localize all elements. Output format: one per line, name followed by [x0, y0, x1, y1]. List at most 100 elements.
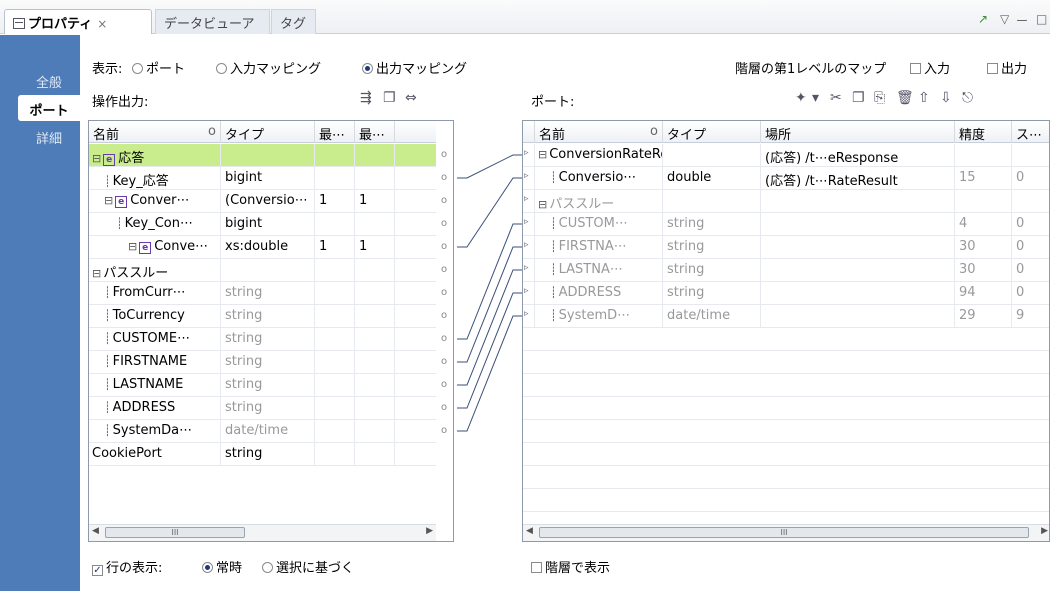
table-row[interactable]: ┊ Key_応答 bigint [89, 167, 436, 190]
output-port-icon[interactable]: o [441, 264, 447, 275]
col-type[interactable]: タイプ [221, 121, 315, 143]
col-max[interactable]: 最⋯ [355, 121, 395, 143]
hier-map-output-checkbox[interactable]: 出力 [987, 58, 1027, 77]
col-port-name[interactable]: 名前 o [535, 121, 663, 143]
output-port-icon[interactable]: o [441, 287, 447, 298]
left-horizontal-scrollbar[interactable]: ◀ III ▶ [89, 524, 436, 541]
move-up-icon[interactable]: ⇧ [918, 90, 930, 106]
output-port-icon[interactable]: o [441, 379, 447, 390]
propagate-icon[interactable]: ⇶ [360, 90, 372, 106]
table-row[interactable]: ▹ ┊ SystemD⋯ date/time 29 9 [523, 305, 1049, 328]
output-port-icon[interactable]: o [441, 195, 447, 206]
radio-always[interactable]: 常時 [202, 557, 242, 576]
copy-port-icon[interactable]: ❐ [852, 90, 865, 106]
input-port-icon[interactable]: ▹ [523, 213, 535, 236]
collapse-icon[interactable]: ⊟ [92, 267, 101, 280]
table-row[interactable]: ⊟ e 応答 [89, 144, 436, 167]
output-port-icon[interactable]: o [441, 425, 447, 436]
port-scroll-left-icon[interactable]: ◀ [526, 526, 533, 536]
scroll-left-icon[interactable]: ◀ [92, 526, 99, 536]
col-name[interactable]: 名前 o [89, 121, 221, 143]
new-port-icon[interactable]: ✦ [795, 90, 807, 106]
output-port-icon[interactable]: o [441, 402, 447, 413]
new-window-icon[interactable]: ↗ [978, 12, 988, 26]
input-port-icon[interactable]: ▹ [523, 282, 535, 305]
right-horizontal-scrollbar[interactable]: ◀ III ▶ [523, 524, 1049, 541]
close-icon[interactable]: × [97, 17, 107, 31]
col-location[interactable]: 場所 [761, 121, 955, 143]
show-rows-checkbox[interactable]: ✓ 行の表示: [92, 557, 162, 576]
col-scale[interactable]: ス⋯ [1012, 121, 1049, 143]
input-port-icon[interactable]: ▹ [523, 236, 535, 259]
more-tools-icon[interactable]: ⎋ [962, 90, 973, 106]
hier-display-label: 階層で表示 [545, 561, 611, 576]
table-row[interactable]: ▹ ┊ FIRSTNA⋯ string 30 0 [523, 236, 1049, 259]
collapse-icon[interactable]: ⊟ [538, 148, 547, 161]
table-row[interactable]: ┊ LASTNAME string [89, 374, 436, 397]
table-row[interactable]: ┊ CUSTOME⋯ string [89, 328, 436, 351]
collapse-icon[interactable]: ⊟ [538, 198, 547, 211]
table-row[interactable]: ▹ ⊟ パススルー [523, 190, 1049, 213]
table-row[interactable]: ▹ ┊ ADDRESS string 94 0 [523, 282, 1049, 305]
table-row[interactable]: ⊟ パススルー [89, 259, 436, 282]
radio-input-mapping[interactable]: 入力マッピング [216, 58, 321, 77]
output-port-icon[interactable]: o [441, 333, 447, 344]
table-row[interactable]: ⊟ e Conver⋯ (Conversio⋯ 1 1 [89, 190, 436, 213]
output-port-icon[interactable]: o [441, 241, 447, 252]
collapse-icon[interactable]: ⊟ [128, 240, 137, 253]
scroll-right-icon[interactable]: ▶ [426, 526, 433, 536]
table-row[interactable]: ┊ SystemDa⋯ date/time [89, 420, 436, 443]
col-min[interactable]: 最⋯ [315, 121, 355, 143]
side-tab-ports[interactable]: ポート [18, 95, 80, 121]
collapse-icon[interactable]: ⊟ [104, 194, 113, 207]
minimize-icon[interactable]: ー [1016, 12, 1028, 29]
maximize-icon[interactable]: □ [1036, 12, 1047, 26]
table-row[interactable]: ┊ Key_Con⋯ bigint [89, 213, 436, 236]
hier-display-checkbox[interactable]: 階層で表示 [531, 557, 610, 576]
delete-icon[interactable]: 🗑 [896, 90, 914, 106]
col-port-type[interactable]: タイプ [663, 121, 761, 143]
paste-icon[interactable]: ⎘ [874, 90, 885, 106]
move-down-icon[interactable]: ⇩ [940, 90, 952, 106]
input-port-icon[interactable]: ▹ [523, 167, 535, 190]
input-port-icon[interactable]: ▹ [523, 259, 535, 282]
map-link-icon[interactable]: ⇔ [405, 90, 417, 106]
radio-by-selection[interactable]: 選択に基づく [262, 557, 354, 576]
table-row[interactable]: ▹⊟ConversionRateResponse (応答) /t⋯eRespons… [523, 144, 1049, 167]
input-port-icon[interactable]: ▹ [523, 144, 535, 167]
cell-c4 [355, 397, 395, 420]
output-port-icon[interactable]: o [441, 172, 447, 183]
output-port-icon[interactable]: o [441, 218, 447, 229]
table-row[interactable]: ┊ FIRSTNAME string [89, 351, 436, 374]
output-port-icon[interactable]: o [441, 149, 447, 160]
radio-ports[interactable]: ポート [132, 58, 185, 77]
cut-icon[interactable]: ✂ [830, 90, 842, 106]
side-tab-general[interactable]: 全般 [18, 67, 80, 93]
dropdown-arrow-icon[interactable]: ▾ [812, 90, 819, 106]
table-row[interactable]: ┊ ADDRESS string [89, 397, 436, 420]
table-row[interactable]: ▹ ┊ LASTNA⋯ string 30 0 [523, 259, 1049, 282]
table-row[interactable]: ┊ FromCurr⋯ string [89, 282, 436, 305]
side-tab-details[interactable]: 詳細 [18, 123, 80, 149]
copy-icon[interactable]: ❐ [383, 90, 396, 106]
col-precision[interactable]: 精度 [955, 121, 1012, 143]
left-hscroll-thumb[interactable]: III [105, 527, 245, 538]
output-port-icon[interactable]: o [441, 310, 447, 321]
table-row[interactable]: ▹ ┊ CUSTOM⋯ string 4 0 [523, 213, 1049, 236]
output-port-icon[interactable]: o [441, 356, 447, 367]
tab-data-viewer[interactable]: データビューア [155, 9, 270, 34]
view-menu-icon[interactable]: ▽ [1000, 12, 1009, 26]
hier-map-input-checkbox[interactable]: 入力 [910, 58, 950, 77]
port-scroll-right-icon[interactable]: ▶ [1041, 526, 1048, 536]
input-port-icon[interactable]: ▹ [523, 190, 535, 213]
tab-properties[interactable]: プロパティ × [4, 9, 152, 34]
input-port-icon[interactable]: ▹ [523, 305, 535, 328]
radio-output-mapping[interactable]: 出力マッピング [362, 58, 467, 77]
table-row[interactable]: CookiePort string [89, 443, 436, 466]
right-hscroll-thumb[interactable]: III [539, 527, 1029, 538]
tab-tags[interactable]: タグ [271, 9, 316, 34]
table-row[interactable]: ⊟ e Conve⋯ xs:double 1 1 [89, 236, 436, 259]
collapse-icon[interactable]: ⊟ [92, 152, 101, 165]
table-row[interactable]: ▹ ┊ Conversio⋯ double (応答) /t⋯RateResult 15 0 [523, 167, 1049, 190]
table-row[interactable]: ┊ ToCurrency string [89, 305, 436, 328]
